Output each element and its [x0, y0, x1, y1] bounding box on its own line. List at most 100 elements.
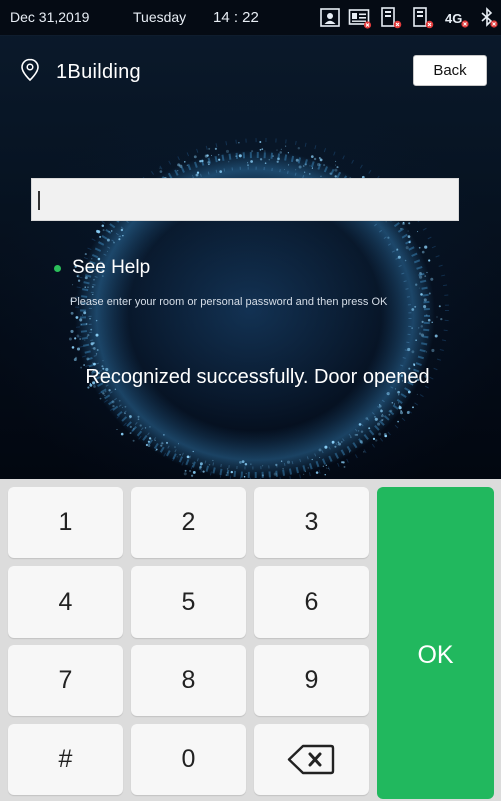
particle-dot	[381, 414, 384, 418]
particle-dot	[421, 274, 423, 276]
particle-dot	[217, 154, 220, 156]
particle-dot	[419, 275, 423, 279]
particle-dot	[319, 158, 323, 162]
particle-dot	[279, 151, 282, 154]
particle-dot	[120, 432, 124, 436]
particle-dot	[96, 349, 99, 351]
particle-dot	[363, 451, 365, 453]
particle-dot	[90, 328, 93, 331]
particle-dot	[211, 154, 212, 156]
particle-dot	[87, 334, 90, 337]
particle-dot	[159, 167, 161, 169]
particle-dot	[177, 170, 179, 172]
help-bullet-dot	[54, 265, 61, 272]
key-hash[interactable]: #	[8, 724, 123, 795]
particle-dot	[122, 235, 124, 237]
particle-dot	[179, 454, 181, 456]
status-day: Tuesday	[133, 9, 187, 25]
key-9[interactable]: 9	[254, 645, 369, 716]
particle-dot	[304, 470, 306, 472]
particle-dot	[302, 473, 305, 476]
particle-dot	[354, 433, 357, 436]
particle-dot	[95, 333, 99, 337]
key-2[interactable]: 2	[131, 487, 246, 558]
particle-dot	[288, 164, 290, 166]
key-4[interactable]: 4	[8, 566, 123, 638]
particle-dot	[424, 245, 428, 249]
password-input[interactable]	[31, 178, 459, 221]
status-bar: Dec 31,2019 Tuesday 14 : 22 4G	[0, 0, 501, 36]
particle-dot	[241, 460, 245, 463]
particle-dot	[243, 475, 246, 478]
key-6[interactable]: 6	[254, 566, 369, 638]
particle-dot	[93, 347, 96, 350]
key-9-label: 9	[304, 666, 319, 694]
particle-dot	[86, 336, 88, 338]
particle-dot	[259, 148, 262, 151]
particle-dot	[110, 230, 113, 232]
particle-dot	[118, 236, 120, 238]
particle-dot	[106, 238, 110, 242]
door-station-screen: Dec 31,2019 Tuesday 14 : 22 4G 1Building…	[0, 0, 501, 801]
key-8[interactable]: 8	[131, 645, 246, 716]
particle-dot	[147, 440, 150, 443]
particle-dot	[245, 472, 247, 475]
particle-dot	[124, 412, 126, 415]
particle-dot	[438, 305, 441, 308]
key-8-label: 8	[181, 666, 196, 694]
particle-dot	[261, 474, 264, 477]
particle-dot	[386, 392, 390, 396]
particle-dot	[84, 253, 87, 256]
numeric-keypad: 1 2 3 4 5 6 7 8 9 # 0 OK	[0, 479, 501, 801]
particle-dot	[335, 160, 337, 162]
particle-dot	[85, 323, 88, 325]
particle-dot	[133, 428, 135, 430]
particle-dot	[407, 347, 411, 352]
building-name: 1Building	[56, 61, 141, 83]
particle-dot	[137, 415, 140, 418]
key-5-label: 5	[181, 588, 196, 616]
back-button[interactable]: Back	[413, 55, 487, 86]
particle-dot	[323, 164, 326, 167]
particle-dot	[108, 231, 110, 233]
particle-dot	[302, 165, 305, 167]
particle-dot	[359, 440, 363, 444]
key-1[interactable]: 1	[8, 487, 123, 558]
ok-button[interactable]: OK	[377, 487, 494, 799]
location-pin-icon	[21, 58, 39, 82]
backspace-key[interactable]	[254, 724, 369, 795]
particle-dot	[282, 468, 284, 470]
key-0[interactable]: 0	[131, 724, 246, 795]
particle-dot	[122, 407, 123, 408]
particle-dot	[440, 317, 443, 321]
particle-dot	[102, 392, 105, 395]
particle-dot	[307, 467, 310, 469]
particle-dot	[192, 450, 194, 453]
particle-dot	[178, 443, 179, 445]
particle-dot	[407, 230, 409, 232]
see-help-link[interactable]: See Help	[72, 257, 150, 279]
particle-dot	[188, 469, 192, 473]
particle-dot	[311, 167, 313, 169]
particle-dot	[393, 403, 396, 405]
particle-dot	[428, 292, 431, 295]
particle-dot	[208, 463, 211, 466]
particle-dot	[163, 434, 165, 436]
particle-dot	[226, 468, 229, 470]
particle-dot	[391, 402, 394, 404]
particle-dot	[415, 339, 417, 341]
particle-dot	[190, 474, 194, 477]
particle-dot	[342, 461, 345, 464]
particle-dot	[70, 311, 74, 315]
particle-dot	[381, 413, 383, 415]
particle-dot	[426, 351, 428, 353]
particle-dot	[414, 305, 417, 308]
particle-dot	[186, 455, 190, 459]
particle-dot	[192, 174, 194, 176]
key-5[interactable]: 5	[131, 566, 246, 638]
key-3[interactable]: 3	[254, 487, 369, 558]
particle-dot	[204, 154, 208, 158]
particle-dot	[273, 472, 277, 476]
particle-dot	[92, 293, 94, 296]
key-7[interactable]: 7	[8, 645, 123, 716]
